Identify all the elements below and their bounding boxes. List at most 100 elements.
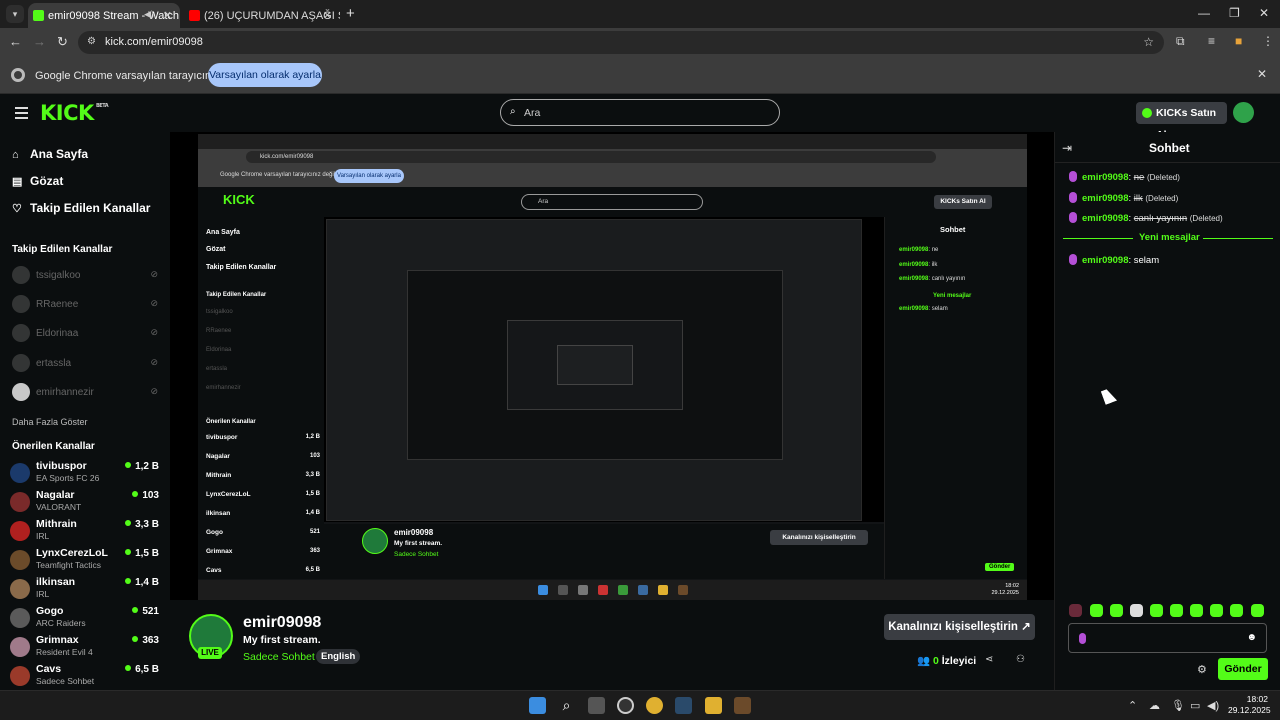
- captured-url: kick.com/emir09098: [246, 151, 936, 163]
- chrome-taskbar-icon[interactable]: [646, 697, 663, 714]
- captured-search: Ara: [521, 194, 703, 210]
- chat-text: selam: [1133, 255, 1160, 266]
- recommended-channel[interactable]: tivibuspor EA Sports FC 26 1,2 B: [10, 459, 162, 487]
- chat-username[interactable]: emir09098: [1082, 213, 1128, 224]
- external-link-icon: ↗: [1021, 621, 1031, 633]
- site-info-icon[interactable]: ⚙: [87, 36, 96, 47]
- tray-app-icon[interactable]: ☁: [1149, 699, 1160, 712]
- extension-app-icon[interactable]: ■: [1235, 34, 1242, 48]
- emote-icon[interactable]: [1130, 604, 1143, 617]
- new-tab-button[interactable]: +: [346, 5, 355, 22]
- minecraft-icon[interactable]: [734, 697, 751, 714]
- emote-icon[interactable]: [1090, 604, 1103, 617]
- show-more-link[interactable]: Daha Fazla Göster: [12, 417, 88, 427]
- buy-kicks-button[interactable]: KICKs Satın Al: [1136, 102, 1227, 141]
- emoji-icon[interactable]: ☻: [1246, 632, 1257, 643]
- chat-input[interactable]: ☻: [1068, 623, 1267, 653]
- followed-channel[interactable]: RRaenee ⊘: [12, 295, 162, 315]
- share-icon[interactable]: ⋖: [985, 654, 993, 665]
- stream-category[interactable]: Sadece Sohbet: [243, 651, 315, 663]
- nav-following[interactable]: ♡ Takip Edilen Kanallar: [12, 201, 150, 215]
- chat-settings-icon[interactable]: ⚙: [1197, 663, 1207, 676]
- recommended-channel[interactable]: Cavs Sadece Sohbet 6,5 B: [10, 662, 162, 690]
- video-player[interactable]: kick.com/emir09098 Google Chrome varsayı…: [170, 132, 1054, 600]
- emote-icon[interactable]: [1150, 604, 1163, 617]
- emote-icon[interactable]: [1069, 604, 1082, 617]
- streamer-name[interactable]: emir09098: [243, 614, 321, 632]
- collapse-chat-icon[interactable]: ⇥: [1062, 141, 1072, 155]
- speaker-icon[interactable]: ◀): [144, 9, 154, 20]
- emote-icon[interactable]: [1210, 604, 1223, 617]
- emote-icon[interactable]: [1110, 604, 1123, 617]
- search-icon[interactable]: ⌕: [558, 697, 575, 714]
- nav-browse[interactable]: ▤ Gözat: [12, 174, 63, 188]
- nav-label: Takip Edilen Kanallar: [30, 201, 151, 215]
- emote-icon[interactable]: [1170, 604, 1183, 617]
- steam-icon[interactable]: [675, 697, 692, 714]
- nav-home[interactable]: ⌂ Ana Sayfa: [12, 147, 88, 161]
- close-window-icon[interactable]: ✕: [1259, 6, 1269, 20]
- kick-favicon-icon: [33, 10, 44, 21]
- avatar: [12, 354, 30, 372]
- captured-username: emir09098: [394, 528, 434, 537]
- recommended-channel[interactable]: ilkinsan IRL 1,4 B: [10, 575, 162, 603]
- mic-badge-icon: [1069, 192, 1077, 203]
- menu-hamburger-icon[interactable]: [15, 107, 28, 122]
- send-button[interactable]: Gönder: [1218, 658, 1268, 680]
- start-icon[interactable]: [529, 697, 546, 714]
- volume-icon[interactable]: ◀): [1207, 699, 1219, 712]
- emote-icon[interactable]: [1190, 604, 1203, 617]
- emote-icon[interactable]: [1251, 604, 1264, 617]
- recommended-channel[interactable]: Nagalar VALORANT 103: [10, 488, 162, 516]
- task-view-icon[interactable]: [588, 697, 605, 714]
- followed-channel[interactable]: tssigalkoo ⊘: [12, 266, 162, 286]
- emote-icon[interactable]: [1230, 604, 1243, 617]
- recommended-channel[interactable]: Grimnax Resident Evil 4 363: [10, 633, 162, 661]
- app-icon[interactable]: [617, 697, 634, 714]
- back-icon[interactable]: ←: [9, 34, 22, 49]
- browser-tab-youtube[interactable]: (26) UÇURUMDAN AŞAĞI SALL ✕: [184, 3, 340, 28]
- address-bar[interactable]: ⚙ kick.com/emir09098 ☆: [78, 31, 1164, 54]
- forward-icon[interactable]: →: [33, 34, 46, 49]
- set-default-button[interactable]: Varsayılan olarak ayarla: [208, 63, 322, 87]
- follow-user-icon[interactable]: ⚇: [1016, 654, 1025, 665]
- recommended-channel[interactable]: LynxCerezLoL Teamfight Tactics 1,5 B: [10, 546, 162, 574]
- channel-category: IRL: [36, 531, 50, 541]
- extensions-icon[interactable]: ⧉: [1176, 34, 1185, 49]
- followed-channel[interactable]: Eldorinaa ⊘: [12, 324, 162, 344]
- microphone-icon[interactable]: 🎙: [1171, 699, 1185, 712]
- maximize-icon[interactable]: ❐: [1229, 6, 1240, 20]
- customize-channel-button[interactable]: Kanalınızı kişiselleştirin ↗: [884, 614, 1035, 640]
- chat-text: ilk: [1133, 193, 1143, 204]
- followed-channel[interactable]: ertassla ⊘: [12, 354, 162, 374]
- browser-tab-kick[interactable]: emir09098 Stream - Watch ◀) ✕: [28, 3, 180, 28]
- kick-logo[interactable]: KICK BETA: [40, 101, 109, 125]
- search-input[interactable]: ⌕ Ara: [500, 99, 780, 126]
- captured-recommended: Mithrain: [206, 472, 232, 479]
- close-infobar-icon[interactable]: ✕: [1257, 67, 1267, 81]
- taskbar-clock[interactable]: 18:02 29.12.2025: [1228, 694, 1271, 716]
- tab-search-icon[interactable]: ▾: [6, 5, 24, 23]
- chat-divider: [1055, 162, 1280, 163]
- recommended-channel[interactable]: Mithrain IRL 3,3 B: [10, 517, 162, 545]
- chat-username[interactable]: emir09098: [1082, 193, 1128, 204]
- tray-chevron-icon[interactable]: ⌃: [1128, 699, 1137, 712]
- reload-icon[interactable]: ↻: [57, 34, 68, 50]
- language-tag[interactable]: English: [316, 649, 361, 664]
- user-avatar[interactable]: [1233, 102, 1254, 123]
- close-tab-icon[interactable]: ✕: [323, 9, 332, 22]
- logo-text: KICK: [40, 101, 94, 125]
- bookmark-star-icon[interactable]: ☆: [1143, 35, 1154, 49]
- recommended-channel[interactable]: Gogo ARC Raiders 521: [10, 604, 162, 632]
- followed-channel[interactable]: emirhannezir ⊘: [12, 383, 162, 403]
- file-explorer-icon[interactable]: [705, 697, 722, 714]
- media-control-icon[interactable]: ≡: [1208, 34, 1215, 48]
- close-tab-icon[interactable]: ✕: [163, 9, 172, 22]
- chrome-menu-icon[interactable]: ⋮: [1262, 34, 1274, 48]
- chat-username[interactable]: emir09098: [1082, 255, 1128, 266]
- channel-name: Mithrain: [36, 518, 77, 530]
- captured-recommended: Gogo: [206, 529, 223, 536]
- chat-username[interactable]: emir09098: [1082, 172, 1128, 183]
- network-icon[interactable]: ▭: [1190, 699, 1200, 712]
- minimize-icon[interactable]: —: [1198, 6, 1210, 20]
